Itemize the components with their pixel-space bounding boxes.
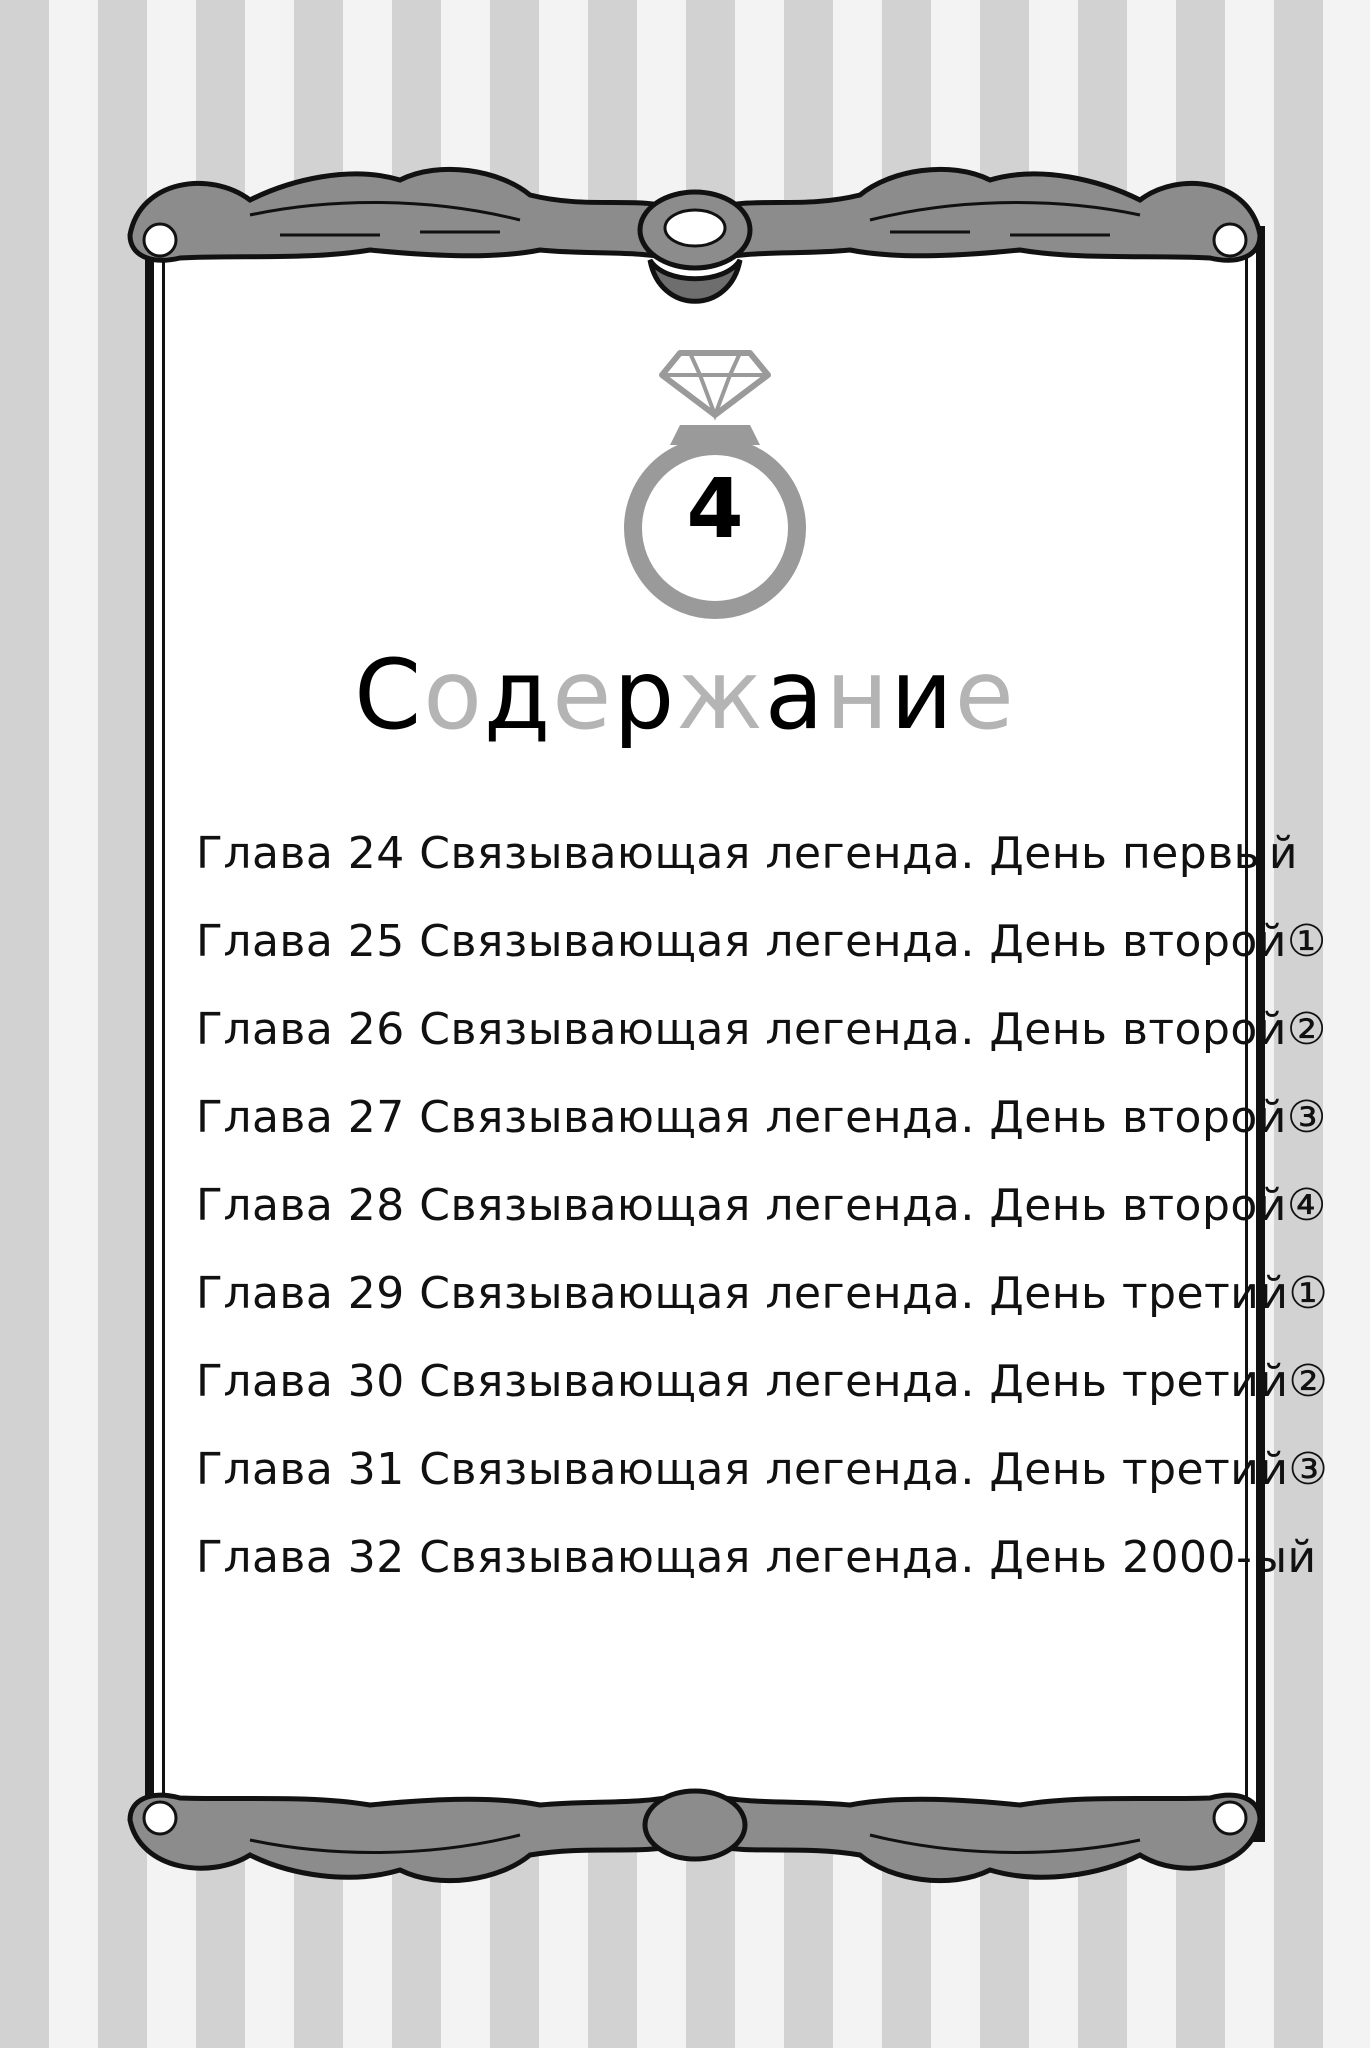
toc-entry: Глава 26 Связывающая легенда. День второ…: [196, 1004, 1327, 1055]
top-scroll-ornament: [127, 166, 1263, 304]
title-letter: е: [954, 639, 1016, 751]
bottom-scroll-ornament: [127, 1788, 1263, 1884]
table-of-contents: Глава 24 Связывающая легенда. День первы…: [196, 810, 1329, 1602]
toc-entry: Глава 27 Связывающая легенда. День второ…: [196, 1092, 1327, 1143]
page-title: Содержание: [330, 635, 1040, 755]
title-letter: р: [613, 639, 677, 751]
toc-entry: Глава 31 Связывающая легенда. День трети…: [196, 1444, 1329, 1495]
title-letter: а: [764, 639, 826, 751]
toc-entry: Глава 30 Связывающая легенда. День трети…: [196, 1356, 1329, 1407]
title-letter: ж: [676, 639, 765, 751]
volume-number: 4: [686, 462, 744, 557]
toc-entry: Глава 29 Связывающая легенда. День трети…: [196, 1268, 1329, 1319]
toc-entry: Глава 28 Связывающая легенда. День второ…: [196, 1180, 1327, 1231]
title-letter: н: [825, 639, 891, 751]
title-letter: С: [354, 639, 424, 751]
toc-entry: Глава 25 Связывающая легенда. День второ…: [196, 916, 1327, 967]
title-letter: е: [552, 639, 614, 751]
title-letter: д: [483, 639, 553, 751]
toc-entry: Глава 24 Связывающая легенда. День первы…: [196, 828, 1299, 879]
toc-entry: Глава 32 Связывающая легенда. День 2000-…: [196, 1532, 1317, 1583]
title-letter: и: [890, 639, 955, 751]
title-letter: о: [423, 639, 484, 751]
